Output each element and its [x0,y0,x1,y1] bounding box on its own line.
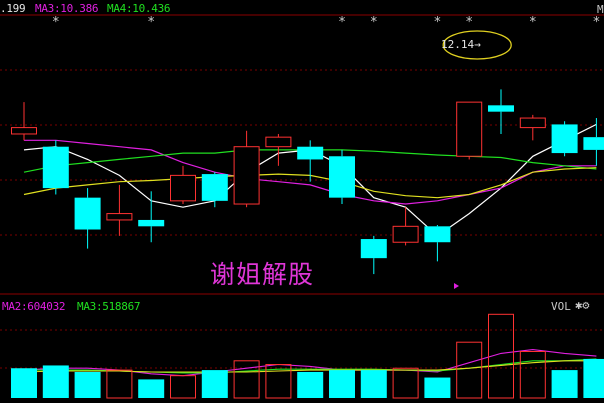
candle-body-down [329,156,355,198]
candle-body-down [201,174,228,201]
volume-bar-down [297,371,324,398]
candle-body-down [297,146,324,160]
volume-bars [11,313,604,399]
candle-body-up [392,225,419,243]
event-marker-star: * [465,15,473,30]
vol-ma3-label: MA3:518867 [77,300,141,313]
volume-bar-up [170,375,196,399]
ma3-label: MA3:10.386 [35,2,99,15]
top-right-indicator[interactable]: M [597,3,604,16]
ma4-label: MA4:10.436 [107,2,171,15]
candle-body-down [74,197,101,230]
candle-body-down [488,105,514,112]
event-marker-star: * [529,15,537,30]
volume-bar-down [42,365,69,398]
volume-bar-up [233,360,260,399]
volume-bar-down [201,370,228,398]
volume-bar-up [519,351,546,399]
candle-body-up [11,127,37,135]
vol-ma2-label: MA2:604032 [2,300,66,313]
candlestick-series [11,89,604,275]
candle-body-down [138,219,165,227]
candle-body-down [360,239,387,259]
volume-bar-down [583,358,604,398]
candle-body-up [265,136,292,148]
volume-bar-down [329,370,355,398]
event-marker-star: * [592,15,600,30]
volume-moving-averages [23,349,597,377]
price-annotation-value: 12.14 [441,38,475,51]
event-markers: * * * * * * * * [52,15,600,30]
volume-bar-down [138,379,165,398]
vol-indicator-label[interactable]: VOL [551,300,571,313]
candle-body-up [233,146,260,205]
candle-body-down [583,137,604,150]
volume-bar-down [424,377,451,398]
event-marker-star: * [147,15,155,30]
event-marker-star: * [370,15,378,30]
candle-body-up [170,174,196,202]
indicator-controls[interactable]: ✱⚙ [575,298,589,312]
volume-bar-down [551,370,578,398]
volume-bar-up [392,367,419,399]
candle-body-up [456,101,483,157]
volume-bar-down [74,371,101,398]
event-marker-star: * [52,15,60,30]
candle-body-up [519,117,546,129]
volume-bar-down [11,368,37,398]
price-annotation-label: 12.14→ [441,38,481,51]
candle-body-down [424,226,451,243]
gear-icon[interactable]: ⚙ [582,298,589,312]
volume-bar-down [360,370,387,398]
ma2-value: .199 [0,2,26,15]
volume-ma-line-0 [23,349,597,377]
event-marker-star: * [433,15,441,30]
candle-body-down [551,124,578,154]
candle-body-up [106,213,133,221]
volume-bar-up [456,341,483,399]
candle-body-down [42,146,69,189]
watermark-text: 谢姐解股 [210,260,315,289]
cursor-pointer-icon [454,283,459,289]
event-marker-star: * [338,15,346,30]
kline-chart: * * * * * * * * [0,14,604,399]
volume-bar-up [106,369,133,399]
